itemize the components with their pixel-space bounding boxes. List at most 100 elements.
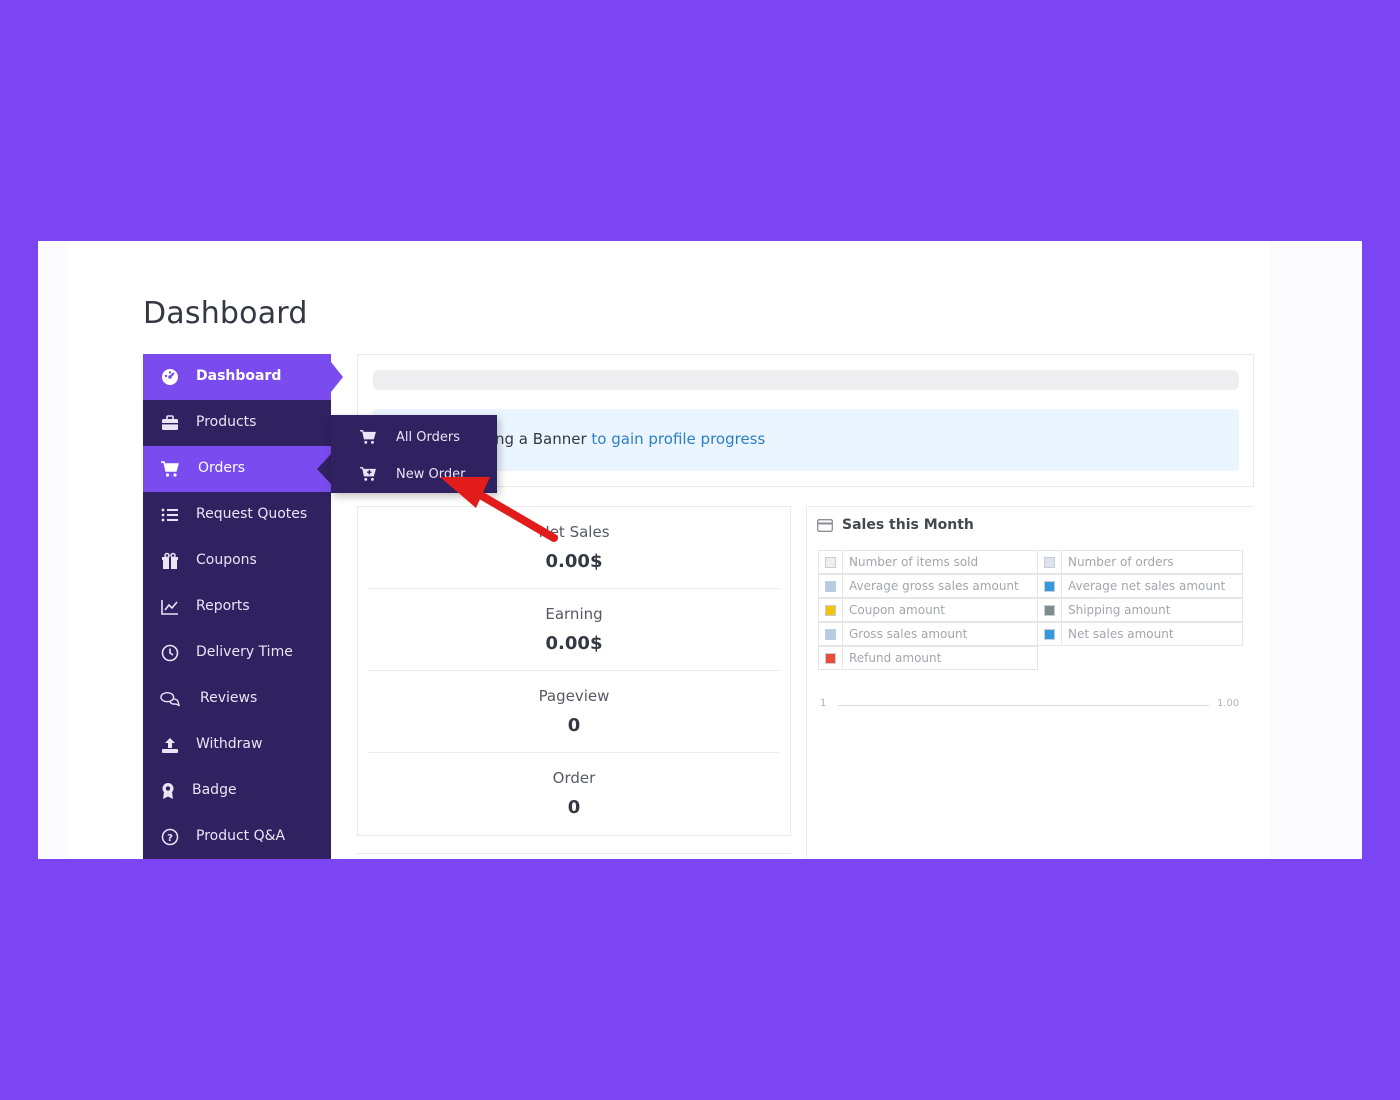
profile-progress-bar <box>373 370 1239 390</box>
chart-line-icon <box>160 597 180 617</box>
legend-swatch-cell <box>1038 623 1062 645</box>
legend-swatch-cell <box>1038 551 1062 573</box>
gift-icon <box>160 551 180 571</box>
legend-label: Coupon amount <box>849 603 946 617</box>
sidebar-item-coupons[interactable]: Coupons <box>143 538 331 584</box>
stat-value: 0 <box>567 797 581 818</box>
sidebar-item-label: Reviews <box>200 690 258 706</box>
legend-swatch <box>825 629 836 640</box>
legend-item[interactable]: Coupon amount <box>818 598 1038 622</box>
sidebar-item-products[interactable]: Products <box>143 400 331 446</box>
submenu-item-new-order[interactable]: New Order <box>331 456 497 492</box>
legend-label: Number of items sold <box>849 555 979 569</box>
sidebar-item-label: Coupons <box>196 552 257 568</box>
stat-value: 0 <box>567 715 581 736</box>
comments-icon <box>160 689 180 709</box>
dashboard-screenshot: Dashboard Dashboard Products Orders Requ… <box>38 241 1362 859</box>
legend-swatch-cell <box>1038 575 1062 597</box>
briefcase-icon <box>160 413 180 433</box>
sidebar-item-badge[interactable]: Badge <box>143 768 331 814</box>
sidebar-item-orders[interactable]: Orders <box>143 446 331 492</box>
legend-swatch-cell <box>819 599 843 621</box>
sidebar-item-product-qa[interactable]: ? Product Q&A <box>143 814 331 859</box>
cart-plus-icon <box>359 465 377 483</box>
gain-progress-link[interactable]: to gain profile progress <box>591 430 765 448</box>
legend-item[interactable]: Average gross sales amount <box>818 574 1038 598</box>
legend-item[interactable]: Refund amount <box>818 646 1038 670</box>
legend-label: Number of orders <box>1068 555 1174 569</box>
legend-swatch <box>825 557 836 568</box>
stat-label: Pageview <box>538 687 610 705</box>
tip-text-plain: ng a Banner <box>495 430 592 448</box>
legend-item[interactable]: Shipping amount <box>1037 598 1243 622</box>
sidebar-item-label: Orders <box>198 460 246 476</box>
sidebar-item-label: Products <box>196 414 257 430</box>
stat-earning: Earning 0.00$ <box>368 589 780 671</box>
submenu-item-all-orders[interactable]: All Orders <box>331 419 497 455</box>
sales-this-month-panel: Sales this Month Number of items sold Nu… <box>806 506 1254 859</box>
legend-item[interactable]: Average net sales amount <box>1037 574 1243 598</box>
chart-axis-line <box>838 705 1209 706</box>
svg-text:?: ? <box>167 833 173 844</box>
legend-swatch-cell <box>1038 599 1062 621</box>
stat-pageview: Pageview 0 <box>368 671 780 753</box>
stat-label: Net Sales <box>538 523 610 541</box>
stat-order: Order 0 <box>368 753 780 835</box>
sales-title: Sales this Month <box>842 517 974 533</box>
legend-swatch <box>825 581 836 592</box>
legend-swatch-cell <box>819 575 843 597</box>
sidebar-item-label: Delivery Time <box>196 644 293 660</box>
sidebar-item-request-quotes[interactable]: Request Quotes <box>143 492 331 538</box>
legend-label: Gross sales amount <box>849 627 968 641</box>
axis-end-label: 1.00 <box>1217 698 1240 709</box>
sidebar-item-reports[interactable]: Reports <box>143 584 331 630</box>
next-panel-edge <box>357 853 791 859</box>
summary-stats-panel: Net Sales 0.00$ Earning 0.00$ Pageview 0… <box>357 506 791 836</box>
sidebar-item-label: Request Quotes <box>196 506 308 522</box>
stat-value: 0.00$ <box>545 551 603 572</box>
sidebar-item-label: Withdraw <box>196 736 263 752</box>
dashboard-icon <box>160 367 180 387</box>
legend-swatch <box>1044 557 1055 568</box>
axis-start-label: 1 <box>820 698 827 709</box>
sidebar-item-withdraw[interactable]: Withdraw <box>143 722 331 768</box>
sidebar-item-label: Dashboard <box>196 368 282 384</box>
legend-item[interactable]: Net sales amount <box>1037 622 1243 646</box>
sidebar-item-delivery-time[interactable]: Delivery Time <box>143 630 331 676</box>
cart-icon <box>160 459 180 479</box>
legend-swatch <box>825 605 836 616</box>
legend-item[interactable]: Number of orders <box>1037 550 1243 574</box>
sidebar-item-label: Badge <box>192 782 237 798</box>
stat-label: Order <box>552 769 596 787</box>
legend-label: Average net sales amount <box>1068 579 1226 593</box>
legend-label: Net sales amount <box>1068 627 1174 641</box>
sidebar-item-label: Product Q&A <box>196 828 286 844</box>
list-icon <box>160 505 180 525</box>
legend-swatch <box>1044 581 1055 592</box>
upload-icon <box>160 735 180 755</box>
legend-swatch-cell <box>819 623 843 645</box>
sidebar-item-dashboard[interactable]: Dashboard <box>143 354 343 400</box>
submenu-item-label: New Order <box>396 467 466 482</box>
legend-swatch <box>1044 605 1055 616</box>
credit-card-icon <box>817 519 833 533</box>
tip-text: ng a Banner to gain profile progress <box>495 430 765 448</box>
legend-item[interactable]: Gross sales amount <box>818 622 1038 646</box>
page-title: Dashboard <box>143 296 308 331</box>
sidebar-item-label: Reports <box>196 598 250 614</box>
content-area: Dashboard Dashboard Products Orders Requ… <box>68 241 1270 859</box>
award-icon <box>158 781 178 801</box>
sidebar-item-reviews[interactable]: Reviews <box>143 676 331 722</box>
legend-swatch-cell <box>819 551 843 573</box>
stat-label: Earning <box>545 605 603 623</box>
stat-net-sales: Net Sales 0.00$ <box>368 507 780 589</box>
orders-submenu: All Orders New Order <box>331 415 497 493</box>
legend-item[interactable]: Number of items sold <box>818 550 1038 574</box>
sidebar-nav: Dashboard Products Orders Request Quotes <box>143 354 343 859</box>
legend-swatch <box>1044 629 1055 640</box>
legend-label: Refund amount <box>849 651 942 665</box>
legend-label: Shipping amount <box>1068 603 1171 617</box>
question-icon: ? <box>160 827 180 847</box>
clock-icon <box>160 643 180 663</box>
legend-swatch <box>825 653 836 664</box>
